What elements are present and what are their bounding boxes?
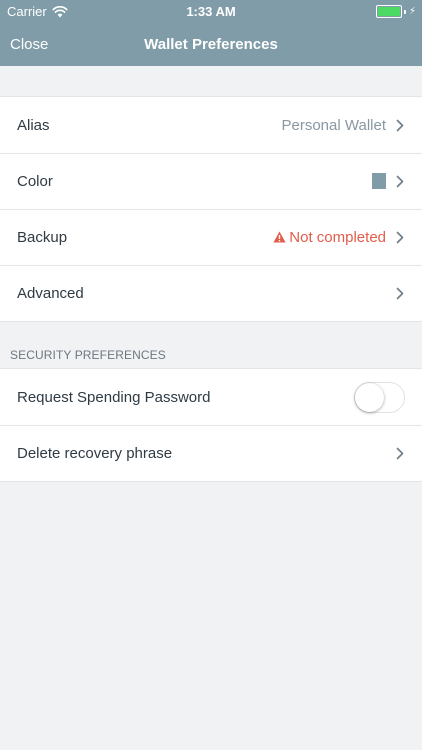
chevron-right-icon — [396, 175, 404, 187]
alias-label: Alias — [17, 116, 50, 134]
battery-tip — [403, 9, 406, 14]
backup-status-text: Not completed — [289, 228, 386, 246]
spending-password-row: Request Spending Password — [0, 369, 422, 425]
battery-icon — [375, 5, 402, 18]
delete-recovery-phrase-label: Delete recovery phrase — [17, 444, 173, 462]
status-bar: Carrier 1:33 AM ⚡ — [0, 0, 422, 22]
header: Carrier 1:33 AM ⚡ Close Wallet Preferenc… — [0, 0, 422, 66]
warning-icon — [273, 231, 286, 242]
security-section-header: SECURITY PREFERENCES — [10, 348, 166, 362]
backup-status: Not completed — [273, 229, 386, 246]
advanced-label: Advanced — [17, 284, 84, 302]
alias-row[interactable]: Alias Personal Wallet — [0, 97, 422, 153]
page-title: Wallet Preferences — [144, 36, 278, 53]
chevron-right-icon — [396, 287, 404, 299]
charging-bolt-icon: ⚡ — [408, 6, 416, 17]
backup-label: Backup — [17, 228, 68, 246]
spending-password-toggle[interactable] — [354, 381, 405, 413]
toggle-knob — [355, 382, 384, 412]
status-time: 1:33 AM — [186, 4, 236, 19]
alias-value: Personal Wallet — [281, 116, 387, 134]
nav-bar: Close Wallet Preferences — [0, 22, 422, 66]
advanced-row[interactable]: Advanced — [0, 265, 422, 321]
chevron-right-icon — [396, 231, 404, 243]
color-label: Color — [17, 172, 53, 190]
color-swatch — [372, 173, 386, 189]
battery-indicator: ⚡ — [375, 5, 416, 18]
security-settings-group: Request Spending Password Delete recover… — [0, 368, 422, 482]
battery-fill — [377, 7, 400, 16]
wallet-settings-group: Alias Personal Wallet Color Backup Not c… — [0, 96, 422, 322]
delete-recovery-phrase-row[interactable]: Delete recovery phrase — [0, 425, 422, 481]
color-row[interactable]: Color — [0, 153, 422, 209]
backup-row[interactable]: Backup Not completed — [0, 209, 422, 265]
chevron-right-icon — [396, 119, 404, 131]
chevron-right-icon — [396, 447, 404, 459]
spending-password-label: Request Spending Password — [17, 388, 211, 406]
